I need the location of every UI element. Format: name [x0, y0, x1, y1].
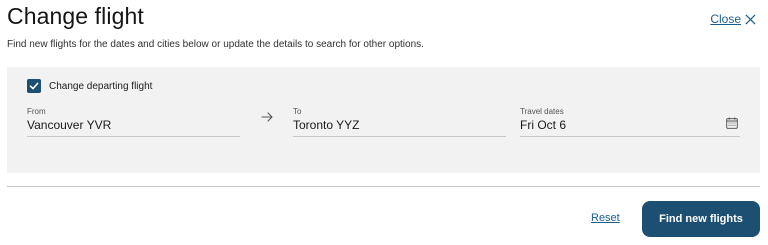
section-divider — [7, 186, 760, 187]
from-field[interactable]: From Vancouver YVR — [27, 107, 240, 137]
checkmark-icon — [29, 82, 39, 90]
find-new-flights-button[interactable]: Find new flights — [642, 201, 760, 237]
arrow-right-icon — [261, 112, 273, 122]
close-link[interactable]: Close — [710, 12, 756, 26]
from-field-label: From — [27, 107, 46, 116]
page-subtitle: Find new flights for the dates and citie… — [7, 39, 424, 50]
change-departing-checkbox[interactable] — [27, 79, 41, 93]
change-departing-label: Change departing flight — [49, 80, 153, 92]
close-label[interactable]: Close — [710, 12, 741, 26]
to-field-label: To — [293, 107, 302, 116]
travel-dates-field[interactable]: Travel dates Fri Oct 6 — [520, 107, 740, 137]
flight-search-panel: Change departing flight From Vancouver Y… — [7, 67, 760, 173]
calendar-icon[interactable] — [726, 117, 738, 129]
change-departing-checkbox-row[interactable]: Change departing flight — [27, 79, 152, 93]
close-icon[interactable] — [745, 13, 756, 25]
reset-link[interactable]: Reset — [591, 212, 620, 224]
to-field[interactable]: To Toronto YYZ — [293, 107, 506, 137]
page-title: Change flight — [7, 3, 144, 29]
from-field-value[interactable]: Vancouver YVR — [27, 118, 240, 132]
to-field-value[interactable]: Toronto YYZ — [293, 118, 506, 132]
travel-dates-value[interactable]: Fri Oct 6 — [520, 118, 740, 132]
travel-dates-label: Travel dates — [520, 107, 564, 116]
